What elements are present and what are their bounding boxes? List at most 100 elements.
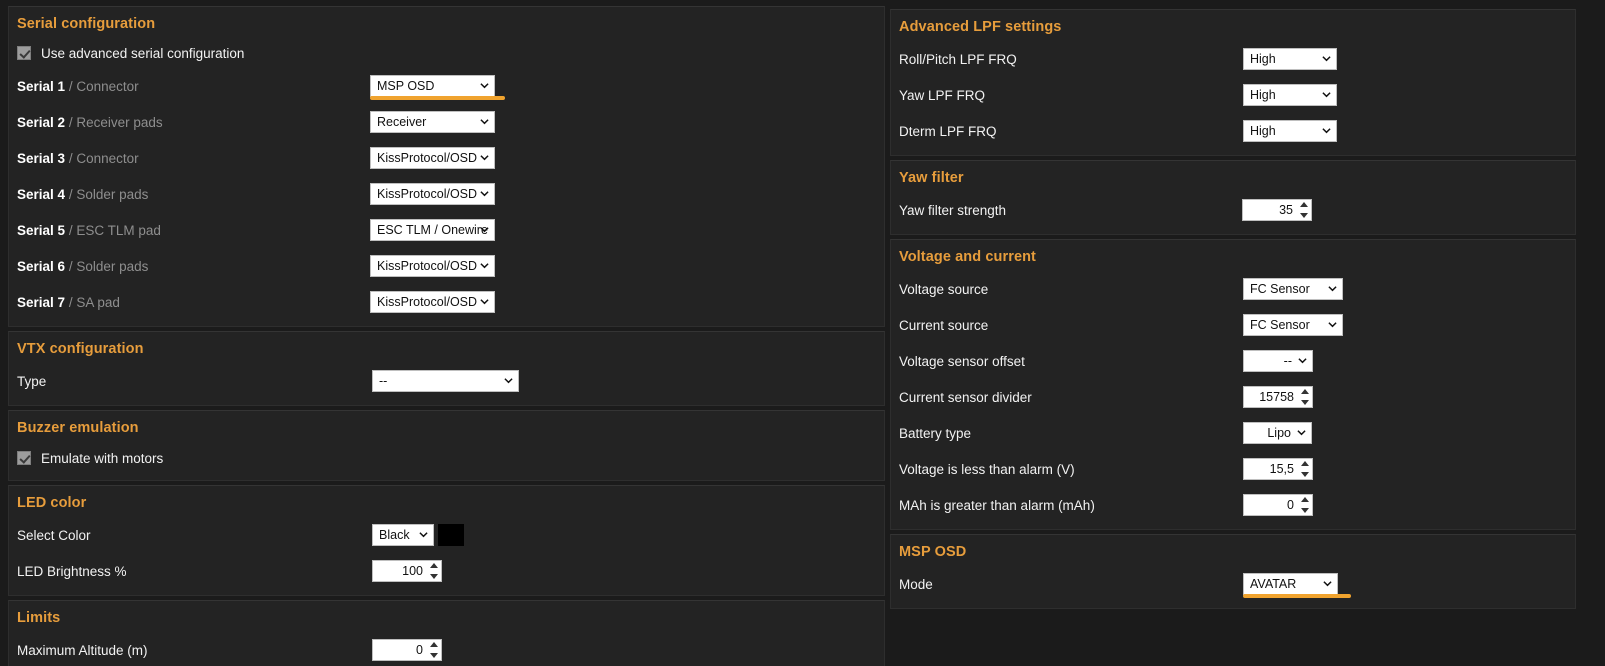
row-serial-4: Serial 4 / Solder pads KissProtocol/OSD — [9, 176, 884, 212]
select-serial-7[interactable]: KissProtocol/OSD — [370, 291, 495, 313]
section-title-serial-configuration: Serial configuration — [17, 16, 156, 32]
checkbox-use-advanced-serial[interactable] — [17, 46, 31, 60]
chevron-down-icon — [480, 117, 489, 126]
select-serial-5[interactable]: ESC TLM / Onewire — [370, 219, 495, 241]
label-serial-7: Serial 7 / SA pad — [17, 295, 120, 310]
row-serial-3: Serial 3 / Connector KissProtocol/OSD — [9, 140, 884, 176]
select-serial-3[interactable]: KissProtocol/OSD — [370, 147, 495, 169]
select-serial-1[interactable]: MSP OSD — [370, 75, 495, 97]
section-title-voltage-and-current: Voltage and current — [899, 249, 1036, 265]
serial-6-sep: / — [68, 258, 73, 274]
settings-page: Serial configuration Use advanced serial… — [0, 0, 1605, 666]
label-current-sensor-divider: Current sensor divider — [899, 389, 1032, 405]
row-dterm-lpf-frq: Dterm LPF FRQ High — [891, 113, 1575, 149]
chevron-down-icon — [480, 261, 489, 270]
serial-1-sep: / — [68, 78, 73, 94]
select-serial-2[interactable]: Receiver — [370, 111, 495, 133]
label-emulate-with-motors: Emulate with motors — [41, 450, 164, 466]
input-current-sensor-divider[interactable]: 15758 — [1243, 386, 1313, 408]
input-mah-alarm[interactable]: 0 — [1243, 494, 1313, 516]
select-dterm-lpf-frq[interactable]: High — [1243, 120, 1337, 142]
label-battery-type: Battery type — [899, 425, 972, 441]
section-title-yaw-filter: Yaw filter — [899, 170, 964, 186]
label-serial-4: Serial 4 / Solder pads — [17, 187, 148, 202]
label-current-source: Current source — [899, 317, 989, 333]
select-yaw-lpf-frq[interactable]: High — [1243, 84, 1337, 106]
chevron-down-icon — [480, 189, 489, 198]
row-voltage-sensor-offset: Voltage sensor offset -- — [891, 343, 1575, 379]
serial-1-desc: Connector — [76, 78, 139, 94]
label-mah-alarm: MAh is greater than alarm (mAh) — [899, 497, 1095, 513]
row-voltage-alarm: Voltage is less than alarm (V) 15,5 — [891, 451, 1575, 487]
select-serial-4-value: KissProtocol/OSD — [377, 187, 478, 201]
select-led-color[interactable]: Black — [372, 524, 434, 546]
label-serial-2: Serial 2 / Receiver pads — [17, 115, 163, 130]
select-serial-4[interactable]: KissProtocol/OSD — [370, 183, 495, 205]
label-voltage-sensor-offset: Voltage sensor offset — [899, 353, 1025, 369]
row-yaw-lpf-frq: Yaw LPF FRQ High — [891, 77, 1575, 113]
select-led-color-value: Black — [379, 528, 410, 542]
label-yaw-lpf-frq: Yaw LPF FRQ — [899, 87, 986, 103]
select-roll-pitch-lpf-frq[interactable]: High — [1243, 48, 1337, 70]
panel-buzzer-emulation: Buzzer emulation Emulate with motors — [8, 410, 885, 481]
label-dterm-lpf-frq: Dterm LPF FRQ — [899, 123, 997, 139]
input-max-altitude[interactable]: 0 — [372, 639, 442, 661]
select-vtx-type[interactable]: -- — [372, 370, 519, 392]
serial-7-sep: / — [68, 294, 73, 310]
spinner-arrows-icon[interactable] — [1300, 389, 1309, 405]
panel-msp-osd: MSP OSD Mode AVATAR — [890, 534, 1576, 609]
spinner-arrows-icon[interactable] — [429, 642, 438, 658]
checkbox-emulate-with-motors[interactable] — [17, 451, 31, 465]
row-use-advanced-serial[interactable]: Use advanced serial configuration — [9, 38, 884, 68]
serial-5-sep: / — [68, 222, 73, 238]
label-serial-5: Serial 5 / ESC TLM pad — [17, 223, 161, 238]
row-battery-type: Battery type Lipo — [891, 415, 1575, 451]
row-mah-alarm: MAh is greater than alarm (mAh) 0 — [891, 487, 1575, 523]
input-voltage-alarm[interactable]: 15,5 — [1243, 458, 1313, 480]
serial-3-name: Serial 3 — [17, 150, 66, 166]
panel-serial-configuration: Serial configuration Use advanced serial… — [8, 6, 885, 327]
select-voltage-source[interactable]: FC Sensor — [1243, 278, 1343, 300]
panel-limits: Limits Maximum Altitude (m) 0 — [8, 600, 885, 666]
row-emulate-with-motors[interactable]: Emulate with motors — [9, 442, 884, 474]
led-color-swatch — [438, 524, 464, 546]
serial-7-name: Serial 7 — [17, 294, 66, 310]
chevron-down-icon — [480, 153, 489, 162]
select-voltage-sensor-offset[interactable]: -- — [1243, 350, 1313, 372]
serial-2-desc: Receiver pads — [76, 114, 163, 130]
label-select-color: Select Color — [17, 527, 91, 543]
select-dterm-lpf-frq-value: High — [1250, 124, 1276, 138]
select-yaw-lpf-frq-value: High — [1250, 88, 1276, 102]
spinner-arrows-icon[interactable] — [429, 563, 438, 579]
chevron-down-icon — [1298, 356, 1307, 365]
serial-4-sep: / — [68, 186, 73, 202]
input-led-brightness[interactable]: 100 — [372, 560, 442, 582]
input-yaw-filter-strength[interactable]: 35 — [1242, 199, 1312, 221]
serial-6-desc: Solder pads — [76, 258, 149, 274]
select-current-source[interactable]: FC Sensor — [1243, 314, 1343, 336]
row-serial-6: Serial 6 / Solder pads KissProtocol/OSD — [9, 248, 884, 284]
spinner-arrows-icon[interactable] — [1300, 461, 1309, 477]
select-serial-6[interactable]: KissProtocol/OSD — [370, 255, 495, 277]
spinner-arrows-icon[interactable] — [1300, 497, 1309, 513]
label-roll-pitch-lpf-frq: Roll/Pitch LPF FRQ — [899, 51, 1017, 67]
select-battery-type[interactable]: Lipo — [1243, 422, 1312, 444]
panel-voltage-and-current: Voltage and current Voltage source FC Se… — [890, 239, 1576, 530]
highlight-msp-osd-mode — [1243, 594, 1351, 598]
serial-5-name: Serial 5 — [17, 222, 66, 238]
row-serial-5: Serial 5 / ESC TLM pad ESC TLM / Onewire — [9, 212, 884, 248]
label-led-brightness: LED Brightness % — [17, 563, 127, 579]
select-msp-osd-mode[interactable]: AVATAR — [1243, 573, 1338, 595]
section-title-advanced-lpf-settings: Advanced LPF settings — [899, 19, 1062, 35]
serial-6-name: Serial 6 — [17, 258, 66, 274]
section-title-buzzer-emulation: Buzzer emulation — [17, 420, 139, 436]
chevron-down-icon — [1323, 579, 1332, 588]
panel-led-color: LED color Select Color Black LED Brightn… — [8, 485, 885, 596]
select-roll-pitch-lpf-frq-value: High — [1250, 52, 1276, 66]
input-max-altitude-value: 0 — [416, 643, 423, 657]
chevron-down-icon — [1322, 126, 1331, 135]
chevron-down-icon — [1322, 90, 1331, 99]
chevron-down-icon — [1297, 428, 1306, 437]
spinner-arrows-icon[interactable] — [1299, 202, 1308, 218]
label-vtx-type: Type — [17, 373, 47, 389]
